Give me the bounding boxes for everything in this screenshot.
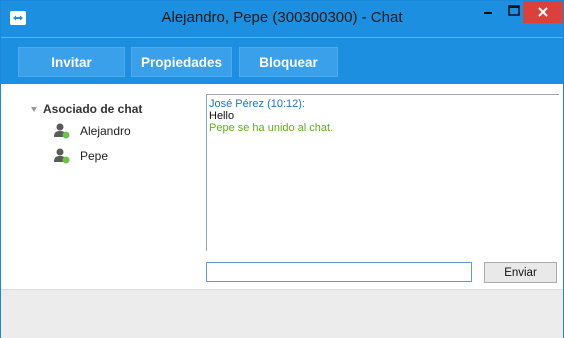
message-sender: José Pérez (10:12): — [209, 98, 305, 110]
participant-item[interactable]: Pepe — [53, 146, 108, 166]
chat-window: Alejandro, Pepe (300300300) - Chat Invit… — [0, 0, 564, 338]
system-message: Pepe se ha unido al chat. — [209, 122, 334, 134]
participant-name: Alejandro — [80, 124, 131, 138]
minimize-button[interactable] — [475, 1, 501, 23]
properties-button[interactable]: Propiedades — [131, 47, 232, 77]
chat-log[interactable]: José Pérez (10:12): Hello Pepe se ha uni… — [206, 94, 559, 251]
group-label: Asociado de chat — [43, 102, 143, 116]
close-button[interactable] — [523, 1, 563, 23]
close-icon — [538, 7, 548, 17]
main-area: Asociado de chat Alejandro Pepe José Pér… — [1, 84, 563, 289]
participants-panel: Asociado de chat Alejandro Pepe — [1, 84, 206, 289]
invite-button[interactable]: Invitar — [18, 47, 125, 77]
participant-name: Pepe — [80, 149, 109, 163]
minimize-icon — [484, 12, 492, 14]
participant-item[interactable]: Alejandro — [53, 121, 131, 141]
user-online-icon — [53, 122, 71, 140]
toolbar: Invitar Propiedades Bloquear — [1, 37, 563, 84]
user-online-icon — [53, 147, 71, 165]
message-input[interactable] — [206, 262, 472, 282]
message-text: Hello — [209, 110, 235, 122]
title-bar[interactable]: Alejandro, Pepe (300300300) - Chat — [1, 1, 563, 37]
participants-group-header[interactable]: Asociado de chat — [31, 102, 142, 116]
send-button[interactable]: Enviar — [484, 262, 557, 283]
status-bar — [1, 289, 563, 338]
block-button[interactable]: Bloquear — [239, 47, 338, 77]
collapse-arrow-icon — [31, 106, 37, 112]
